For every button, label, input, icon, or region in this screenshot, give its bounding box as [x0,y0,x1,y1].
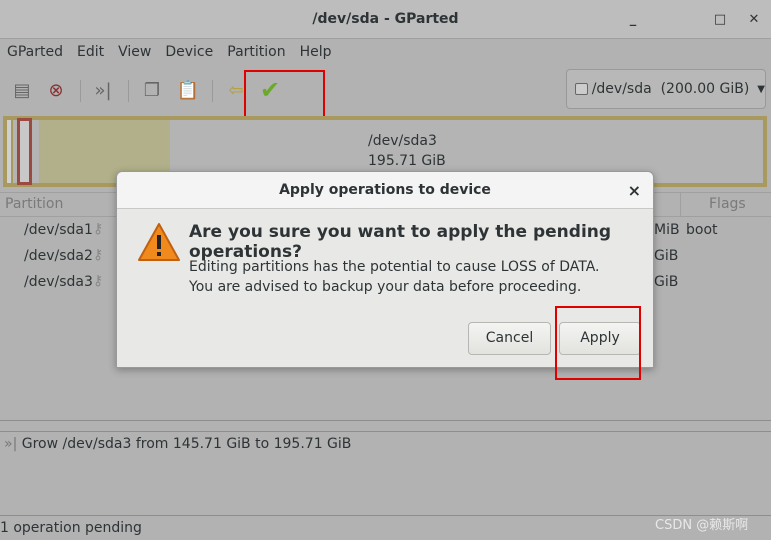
partition-name: /dev/sda3 [368,133,437,149]
partition-block-sda1[interactable] [5,118,13,185]
device-selector[interactable]: /dev/sda (200.00 GiB) ▼ [566,69,766,109]
new-partition-icon[interactable]: ▤ [8,76,36,104]
menu-help[interactable]: Help [293,40,339,66]
menu-gparted[interactable]: GParted [0,40,70,66]
size-cell: GiB [654,274,679,290]
separator [212,80,213,102]
partition-sda3-label: /dev/sda3 195.71 GiB [368,131,446,171]
minimize-button[interactable]: _ [621,0,645,39]
menu-edit[interactable]: Edit [70,40,111,66]
disk-icon [575,83,588,95]
key-icon: ⚷ [93,221,104,237]
resize-move-icon[interactable]: »| [89,76,117,104]
dialog-title: Apply operations to device [279,182,491,198]
partition-name: /dev/sda3 [24,274,93,290]
dialog-close-button[interactable]: × [628,172,641,209]
pane-divider[interactable] [0,420,771,432]
watermark: CSDN @赖斯啊 [655,518,749,533]
resize-move-icon: »| [4,436,18,452]
dialog-message: Editing partitions has the potential to … [189,259,600,275]
size-cell: GiB [654,248,679,264]
separator [128,80,129,102]
column-divider [680,193,681,217]
paste-icon[interactable]: 📋 [174,76,202,104]
key-icon: ⚷ [93,247,104,263]
partition-block-sda2[interactable] [17,118,32,185]
partition-name: /dev/sda1 [24,222,93,238]
delete-icon[interactable]: ⊗ [42,76,70,104]
chevron-down-icon: ▼ [757,83,765,95]
status-text: 1 operation pending [0,520,142,536]
highlight-box [244,70,325,118]
menu-device[interactable]: Device [158,40,220,66]
close-button[interactable]: ✕ [742,0,766,39]
window-title: /dev/sda - GParted [312,11,459,27]
operation-item[interactable]: Grow /dev/sda3 from 145.71 GiB to 195.71… [22,436,352,452]
operation-list: »| Grow /dev/sda3 from 145.71 GiB to 195… [0,436,771,452]
column-partition[interactable]: Partition [5,196,63,212]
partition-name: /dev/sda2 [24,248,93,264]
separator [80,80,81,102]
maximize-button[interactable]: □ [708,0,732,39]
menu-bar: GParted Edit View Device Partition Help [0,40,771,66]
column-flags[interactable]: Flags [709,196,746,212]
size-cell: MiB [654,222,680,238]
dialog-question: Are you sure you want to apply the pendi… [189,222,612,262]
highlight-box [555,306,641,380]
dialog-message: You are advised to backup your data befo… [189,279,582,295]
menu-partition[interactable]: Partition [220,40,292,66]
title-bar: /dev/sda - GParted [0,0,771,39]
cancel-button[interactable]: Cancel [468,322,551,355]
key-icon: ⚷ [93,273,104,289]
menu-view[interactable]: View [111,40,158,66]
partition-size: 195.71 GiB [368,153,446,169]
copy-icon[interactable]: ❐ [138,76,166,104]
warning-icon [138,223,180,261]
dialog-header: Apply operations to device [117,172,653,209]
device-label: /dev/sda (200.00 GiB) [591,81,750,97]
flags-cell: boot [686,222,718,238]
